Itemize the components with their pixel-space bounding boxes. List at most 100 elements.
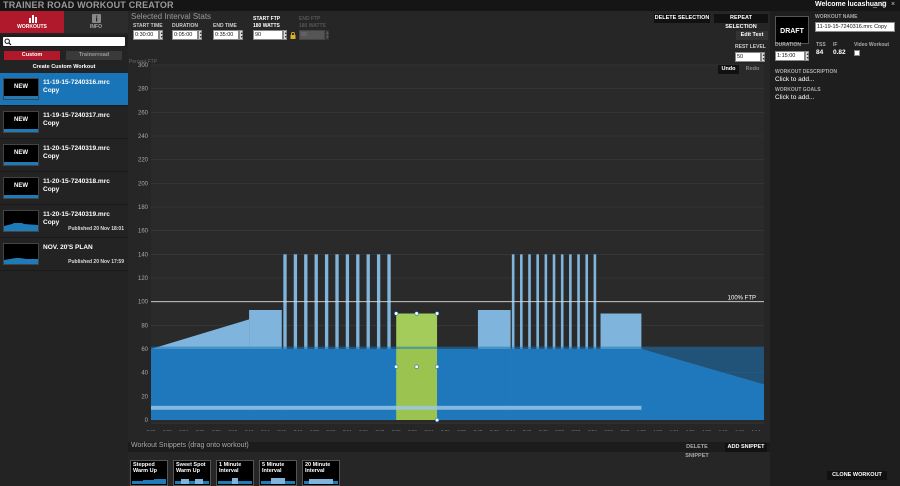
tss-label: TSS bbox=[816, 42, 826, 48]
video-workout-checkbox[interactable] bbox=[854, 50, 860, 56]
tab-workouts[interactable]: WORKOUTS bbox=[0, 11, 64, 33]
y-tick-label: 60 bbox=[141, 347, 148, 353]
snippet-1-minute-interval[interactable]: 1 Minute Interval bbox=[216, 460, 254, 486]
workout-name: 11-20-15-7240318.mrc bbox=[43, 178, 110, 185]
workout-name-field[interactable]: 11-19-15-7240316.mrc Copy bbox=[815, 22, 895, 32]
info-icon bbox=[91, 14, 101, 23]
snippet-5-minute-interval[interactable]: 5 Minute Interval bbox=[259, 460, 297, 486]
x-tick-label: 1:00 bbox=[637, 429, 646, 431]
new-badge: NEW bbox=[14, 117, 28, 123]
workout-editor: Selected Interval Stats START TIME 0:30:… bbox=[128, 11, 770, 486]
x-tick-label: 0:18 bbox=[294, 429, 303, 431]
duration-label: DURATION bbox=[775, 42, 802, 48]
x-tick-label: 0:10 bbox=[228, 429, 237, 431]
x-tick-label: 0:16 bbox=[277, 429, 286, 431]
snippet-20-minute-interval[interactable]: 20 Minute Interval bbox=[302, 460, 340, 486]
workout-description-label: WORKOUT DESCRIPTION bbox=[775, 69, 837, 75]
video-workout-label: Video Workout bbox=[854, 42, 890, 48]
x-tick-label: 0:20 bbox=[310, 429, 319, 431]
y-tick-label: 180 bbox=[138, 205, 149, 211]
selection-handle[interactable] bbox=[394, 311, 399, 316]
workout-goals-field[interactable]: Click to add... bbox=[775, 94, 814, 101]
list-item[interactable]: NEW 11-20-15-7240319.mrc Copy bbox=[0, 139, 128, 172]
workout-subtitle: Copy bbox=[43, 120, 60, 127]
selection-handle[interactable] bbox=[434, 311, 440, 316]
selection-handle[interactable] bbox=[414, 364, 419, 369]
y-tick-label: 40 bbox=[141, 371, 148, 377]
list-item[interactable]: 11-20-15-7240319.mrc Copy Published 20 N… bbox=[0, 205, 128, 238]
x-tick-label: 0:58 bbox=[621, 429, 630, 431]
selection-handle[interactable] bbox=[434, 417, 440, 423]
snippet-label: Stepped Warm Up bbox=[133, 462, 157, 474]
x-tick-label: 0:40 bbox=[474, 429, 483, 431]
x-tick-label: 0:26 bbox=[359, 429, 368, 431]
create-custom-workout-button[interactable]: Create Custom Workout bbox=[0, 63, 128, 72]
close-icon[interactable]: × bbox=[889, 0, 897, 10]
workout-name-label: WORKOUT NAME bbox=[815, 14, 858, 20]
x-tick-label: 0:42 bbox=[490, 429, 499, 431]
duration-field[interactable]: 1:15:00 bbox=[775, 51, 805, 61]
if-label: IF bbox=[833, 42, 838, 48]
snippets-title: Workout Snippets (drag onto workout) bbox=[131, 442, 249, 449]
workout-list-panel: WORKOUTS INFO Custom Trainerroad Create … bbox=[0, 11, 128, 486]
published-date: Published 20 Nov 18:01 bbox=[68, 226, 124, 232]
undo-button[interactable]: Undo bbox=[718, 65, 739, 74]
new-badge: NEW bbox=[14, 84, 28, 90]
workout-subtitle: Copy bbox=[43, 219, 60, 226]
snippet-sweet-spot-warm-up[interactable]: Sweet Spot Warm Up bbox=[173, 460, 211, 486]
x-tick-label: 0:34 bbox=[425, 429, 434, 431]
x-tick-label: 1:08 bbox=[702, 429, 711, 431]
workout-thumbnail bbox=[3, 210, 39, 232]
app-title: TRAINER ROAD WORKOUT CREATOR bbox=[3, 0, 174, 10]
tab-trainerroad[interactable]: Trainerroad bbox=[66, 51, 122, 60]
clone-workout-button[interactable]: CLONE WORKOUT bbox=[827, 471, 887, 480]
redo-button[interactable]: Redo bbox=[742, 65, 763, 74]
list-item[interactable]: NEW 11-19-15-7240316.mrc Copy bbox=[0, 73, 128, 106]
ftp-line-label: 100% FTP bbox=[728, 296, 756, 302]
delete-snippet-button[interactable]: DELETE SNIPPET bbox=[674, 443, 720, 459]
workout-thumbnail: NEW bbox=[3, 78, 39, 100]
workout-subtitle: Copy bbox=[43, 87, 60, 94]
tab-info[interactable]: INFO bbox=[64, 11, 128, 33]
list-item[interactable]: NOV. 20'S PLAN Published 20 Nov 17:59 bbox=[0, 238, 128, 271]
list-item[interactable]: NEW 11-19-15-7240317.mrc Copy bbox=[0, 106, 128, 139]
x-tick-label: 0:04 bbox=[179, 429, 188, 431]
selection-handle[interactable] bbox=[394, 364, 399, 369]
cadence-strip bbox=[151, 405, 642, 410]
y-tick-label: 20 bbox=[141, 394, 148, 400]
workout-name: 11-20-15-7240319.mrc bbox=[43, 145, 110, 152]
maximize-icon[interactable]: □ bbox=[880, 0, 888, 10]
x-tick-label: 0:24 bbox=[343, 429, 352, 431]
search-input[interactable] bbox=[3, 37, 125, 46]
x-tick-label: 0:00 bbox=[147, 429, 156, 431]
workout-subtitle: Copy bbox=[43, 153, 60, 160]
selection-handle[interactable] bbox=[414, 311, 419, 316]
x-tick-label: 1:12 bbox=[735, 429, 744, 431]
tss-value: 84 bbox=[816, 49, 824, 56]
x-tick-label: 0:52 bbox=[572, 429, 581, 431]
workout-chart[interactable]: Percent FTP02040608010012014016018020022… bbox=[128, 11, 770, 431]
minimize-icon[interactable]: _ bbox=[871, 0, 879, 10]
duration-stepper[interactable]: ▲ ▼ bbox=[805, 51, 809, 61]
x-tick-label: 0:32 bbox=[408, 429, 417, 431]
workout-description-field[interactable]: Click to add... bbox=[775, 76, 814, 83]
workout-thumbnail: NEW bbox=[3, 144, 39, 166]
y-tick-label: 160 bbox=[138, 229, 149, 235]
add-snippet-button[interactable]: ADD SNIPPET bbox=[725, 443, 767, 452]
workout-name: 11-19-15-7240317.mrc bbox=[43, 112, 110, 119]
list-item[interactable]: NEW 11-20-15-7240318.mrc Copy bbox=[0, 172, 128, 205]
selection-handle[interactable] bbox=[434, 364, 440, 369]
tab-custom[interactable]: Custom bbox=[4, 51, 60, 60]
draft-badge: DRAFT bbox=[775, 16, 809, 44]
bar-chart-icon bbox=[28, 14, 37, 23]
snippet-stepped-warm-up[interactable]: Stepped Warm Up bbox=[130, 460, 168, 486]
x-tick-label: 0:50 bbox=[555, 429, 564, 431]
x-tick-label: 0:12 bbox=[245, 429, 254, 431]
x-tick-label: 0:44 bbox=[506, 429, 515, 431]
workout-goals-label: WORKOUT GOALS bbox=[775, 87, 821, 93]
if-value: 0.82 bbox=[833, 49, 846, 56]
snippet-label: Sweet Spot Warm Up bbox=[176, 462, 206, 474]
new-badge: NEW bbox=[14, 183, 28, 189]
x-tick-label: 0:48 bbox=[539, 429, 548, 431]
y-tick-label: 260 bbox=[138, 110, 149, 116]
